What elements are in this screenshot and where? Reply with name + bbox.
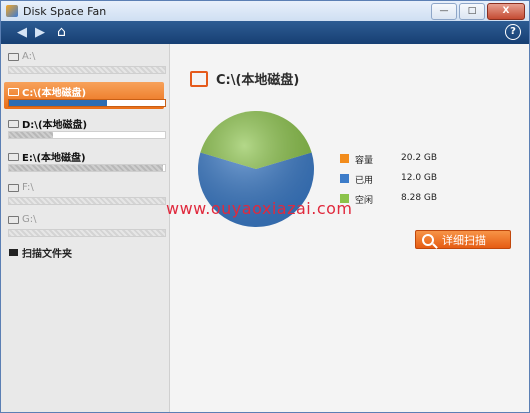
legend-label: 已用 (355, 176, 374, 186)
legend-value: 12.0 GB (401, 173, 438, 183)
drive-usage-bar (8, 131, 166, 139)
legend-row-capacity: 容量 20.2 GB (340, 152, 480, 172)
scan-folder-button[interactable]: 扫描文件夹 (9, 245, 72, 260)
drive-icon (8, 119, 19, 128)
home-icon[interactable]: ⌂ (57, 24, 66, 40)
drive-icon (8, 183, 19, 192)
drive-icon (8, 152, 19, 161)
drive-usage-fill (9, 100, 108, 106)
drive-icon (8, 52, 19, 61)
drive-title-text: C:\(本地磁盘) (216, 73, 300, 88)
window-title: Disk Space Fan (23, 5, 107, 18)
drive-item-c[interactable]: C:\(本地磁盘) (4, 82, 166, 109)
drive-usage-bar (8, 197, 166, 205)
title-bar: Disk Space Fan — □ X (1, 1, 529, 21)
drive-usage-bar (8, 66, 166, 74)
help-icon[interactable]: ? (505, 24, 521, 40)
drive-usage-fill (9, 132, 53, 138)
detailed-scan-label: 详细扫描 (442, 233, 486, 247)
drive-item-a[interactable]: A:\ (4, 49, 166, 77)
back-arrow-icon[interactable]: ◀ (17, 25, 27, 40)
drive-label: D:\(本地磁盘) (22, 120, 88, 131)
legend-label: 空闲 (355, 196, 374, 206)
drive-usage-bar (8, 164, 166, 172)
legend-swatch (340, 154, 349, 163)
drive-item-f[interactable]: F:\ (4, 180, 166, 208)
search-icon (422, 233, 434, 246)
toolbar: ◀ ▶ ⌂ ? (1, 21, 529, 44)
close-button[interactable]: X (487, 3, 525, 20)
drive-icon (190, 70, 208, 87)
legend-value: 20.2 GB (401, 153, 438, 163)
drive-usage-bar (8, 99, 166, 107)
drive-item-e[interactable]: E:\(本地磁盘) (4, 147, 166, 175)
drive-icon (8, 215, 19, 224)
drive-label: G:\ (22, 214, 37, 225)
folder-icon (9, 249, 18, 256)
app-icon (6, 5, 18, 17)
drive-usage-fill (9, 165, 164, 171)
legend-label: 容量 (355, 156, 374, 166)
drive-icon (8, 87, 19, 96)
minimize-button[interactable]: — (431, 3, 457, 20)
drive-title: C:\(本地磁盘) (190, 69, 299, 88)
drive-item-g[interactable]: G:\ (4, 212, 166, 240)
drive-detail-panel: C:\(本地磁盘) 容量 20.2 GB 已用 12.0 GB 空闲 8.28 … (170, 44, 529, 412)
drive-label: C:\(本地磁盘) (22, 88, 87, 99)
legend-swatch (340, 174, 349, 183)
app-window: Disk Space Fan — □ X ◀ ▶ ⌂ ? A:\ C:\(本地磁… (0, 0, 530, 413)
drive-item-d[interactable]: D:\(本地磁盘) (4, 114, 166, 142)
watermark: www.ouyaoxiazai.com (166, 199, 353, 218)
drive-usage-bar (8, 229, 166, 237)
pie-legend: 容量 20.2 GB 已用 12.0 GB 空闲 8.28 GB (340, 152, 480, 212)
legend-row-free: 空闲 8.28 GB (340, 192, 480, 212)
maximize-button[interactable]: □ (459, 3, 485, 20)
detailed-scan-button[interactable]: 详细扫描 (415, 230, 511, 249)
legend-row-used: 已用 12.0 GB (340, 172, 480, 192)
drive-label: A:\ (22, 51, 36, 62)
legend-value: 8.28 GB (401, 193, 438, 203)
drive-label: E:\(本地磁盘) (22, 153, 86, 164)
forward-arrow-icon[interactable]: ▶ (35, 25, 45, 40)
scan-folder-label: 扫描文件夹 (22, 249, 72, 260)
drive-label: F:\ (22, 182, 34, 193)
drive-sidebar: A:\ C:\(本地磁盘) D:\(本地磁盘) E:\(本地磁盘) F:\ G:… (1, 44, 170, 412)
window-controls: — □ X (431, 3, 525, 20)
